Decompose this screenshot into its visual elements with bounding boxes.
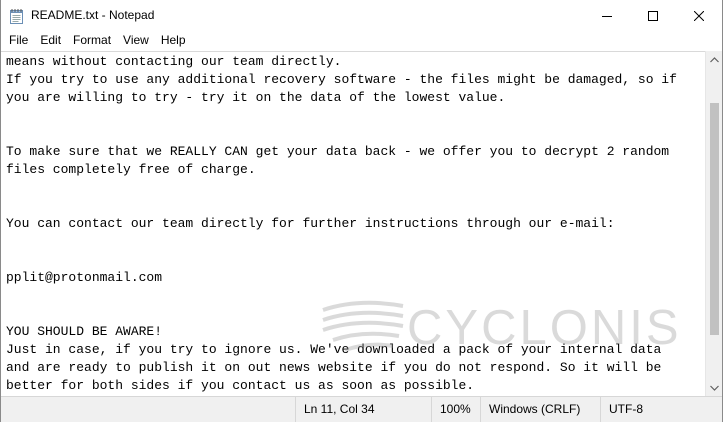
maximize-icon <box>648 10 658 21</box>
line-endings: Windows (CRLF) <box>480 397 600 422</box>
text-editor[interactable]: means without contacting our team direct… <box>1 51 705 396</box>
zoom-level: 100% <box>431 397 480 422</box>
menu-file[interactable]: File <box>3 31 34 50</box>
chevron-down-icon <box>710 385 719 391</box>
window-title: README.txt - Notepad <box>31 8 155 22</box>
minimize-icon <box>602 15 612 17</box>
editor-content[interactable]: means without contacting our team direct… <box>6 53 677 395</box>
close-button[interactable] <box>676 0 722 31</box>
scroll-up-button[interactable] <box>706 51 723 68</box>
cursor-position: Ln 11, Col 34 <box>295 397 431 422</box>
scroll-thumb[interactable] <box>710 103 719 335</box>
maximize-button[interactable] <box>630 0 676 31</box>
menu-edit[interactable]: Edit <box>34 31 67 50</box>
menu-bar: File Edit Format View Help <box>1 31 722 50</box>
menu-format[interactable]: Format <box>67 31 117 50</box>
menu-help[interactable]: Help <box>155 31 192 50</box>
vertical-scrollbar[interactable] <box>705 51 722 396</box>
minimize-button[interactable] <box>584 0 630 31</box>
close-icon <box>694 10 704 21</box>
scroll-down-button[interactable] <box>706 379 723 396</box>
status-bar: Ln 11, Col 34 100% Windows (CRLF) UTF-8 <box>1 396 722 422</box>
notepad-window: README.txt - Notepad File Edit Format Vi… <box>0 0 723 422</box>
chevron-up-icon <box>710 56 719 62</box>
encoding: UTF-8 <box>600 397 722 422</box>
notepad-icon[interactable] <box>9 8 24 24</box>
title-bar[interactable]: README.txt - Notepad <box>1 0 722 31</box>
menu-view[interactable]: View <box>117 31 155 50</box>
